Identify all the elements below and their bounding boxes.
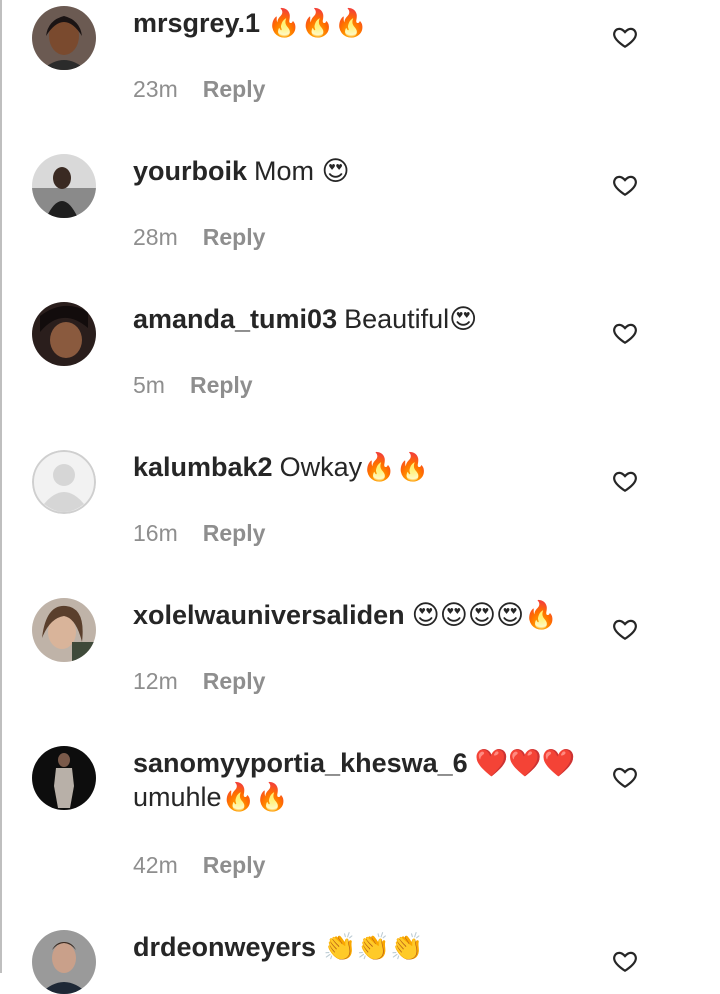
comment-meta: 16m Reply [133, 518, 265, 548]
comment-text: 😍😍😍😍🔥 [411, 600, 558, 630]
comment-time: 28m [133, 224, 178, 250]
default-avatar-icon[interactable] [32, 450, 96, 514]
heart-outline-icon[interactable] [612, 616, 638, 642]
heart-outline-icon[interactable] [612, 948, 638, 974]
comment-body: amanda_tumi03 Beautiful😍 [133, 302, 583, 336]
comment-text-continued: umuhle🔥🔥 [133, 782, 289, 812]
reply-button[interactable]: Reply [203, 666, 266, 696]
comment-body: sanomyyportia_kheswa_6 ❤️❤️❤️ umuhle🔥🔥 [133, 746, 583, 814]
reply-button[interactable]: Reply [203, 222, 266, 252]
comment-username[interactable]: mrsgrey.1 [133, 8, 260, 38]
comment-text: ❤️❤️❤️ [474, 748, 576, 778]
comment-time: 23m [133, 76, 178, 102]
comment-time: 5m [133, 372, 165, 398]
comment-text: Mom 😍 [254, 156, 350, 186]
heart-outline-icon[interactable] [612, 764, 638, 790]
comment-username[interactable]: xolelwauniversaliden [133, 600, 405, 630]
comment-text: 👏👏👏 [323, 932, 424, 962]
avatar[interactable] [32, 6, 96, 70]
avatar[interactable] [32, 302, 96, 366]
comment-body: drdeonweyers 👏👏👏 [133, 930, 583, 964]
comment-username[interactable]: kalumbak2 [133, 452, 273, 482]
reply-button[interactable]: Reply [203, 850, 266, 880]
comment-time: 16m [133, 520, 178, 546]
comment-username[interactable]: yourboik [133, 156, 247, 186]
heart-outline-icon[interactable] [612, 320, 638, 346]
left-edge-divider [0, 0, 2, 973]
comment-time: 12m [133, 668, 178, 694]
comment-username[interactable]: drdeonweyers [133, 932, 316, 962]
comment-meta: 12m Reply [133, 666, 265, 696]
comment-body: kalumbak2 Owkay🔥🔥 [133, 450, 583, 484]
comment-body: mrsgrey.1 🔥🔥🔥 [133, 6, 583, 40]
comment-body: yourboik Mom 😍 [133, 154, 583, 188]
comment-meta: 42m Reply [133, 850, 265, 880]
heart-outline-icon[interactable] [612, 468, 638, 494]
heart-outline-icon[interactable] [612, 24, 638, 50]
comment-text: Beautiful😍 [344, 304, 478, 334]
avatar[interactable] [32, 930, 96, 994]
comment-meta: 5m Reply [133, 370, 253, 400]
avatar[interactable] [32, 746, 96, 810]
comment-meta: 28m Reply [133, 222, 265, 252]
comment-text: Owkay🔥🔥 [279, 452, 430, 482]
comment-body: xolelwauniversaliden 😍😍😍😍🔥 [133, 598, 583, 632]
comment-username[interactable]: amanda_tumi03 [133, 304, 337, 334]
comment-username[interactable]: sanomyyportia_kheswa_6 [133, 748, 468, 778]
heart-outline-icon[interactable] [612, 172, 638, 198]
comment-meta: 23m Reply [133, 74, 265, 104]
comment-text: 🔥🔥🔥 [267, 8, 368, 38]
reply-button[interactable]: Reply [203, 74, 266, 104]
comment-time: 42m [133, 852, 178, 878]
avatar[interactable] [32, 154, 96, 218]
avatar[interactable] [32, 598, 96, 662]
reply-button[interactable]: Reply [203, 518, 266, 548]
reply-button[interactable]: Reply [190, 370, 253, 400]
